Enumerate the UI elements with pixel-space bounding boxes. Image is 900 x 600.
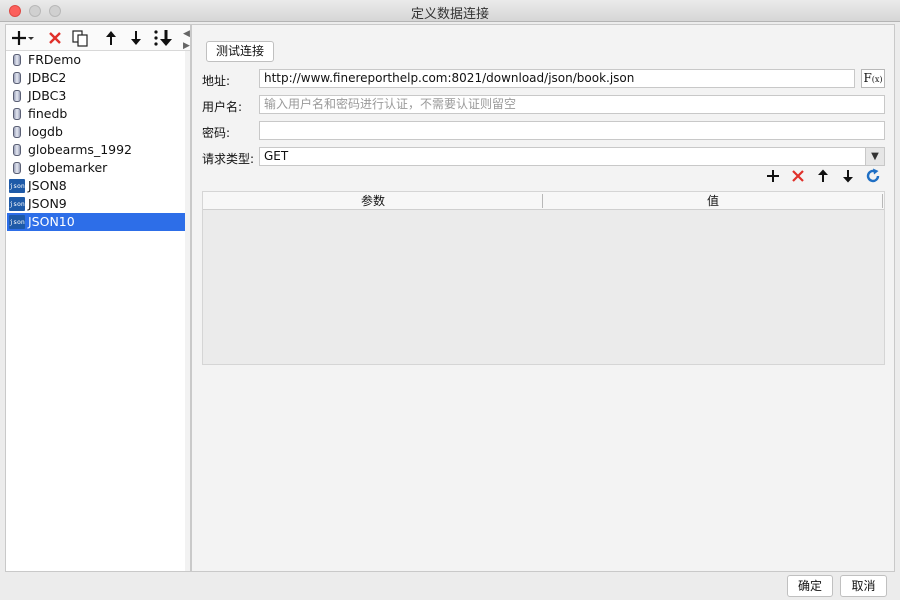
column-divider[interactable] [882, 194, 883, 208]
sort-button[interactable] [151, 28, 175, 48]
connection-config-panel: 测试连接 地址: http://www.finereporthelp.com:8… [191, 24, 895, 572]
list-scrollbar[interactable] [185, 51, 190, 571]
red-x-icon [792, 170, 804, 182]
connection-item-label: finedb [28, 106, 68, 121]
red-x-icon [49, 32, 61, 44]
plus-icon [767, 170, 779, 182]
formula-icon-sub: (x) [871, 75, 883, 84]
method-label: 请求类型: [202, 152, 255, 166]
sort-icon [154, 30, 172, 46]
username-label: 用户名: [202, 100, 243, 114]
database-icon [13, 126, 21, 138]
arrow-up-icon [106, 31, 116, 45]
arrow-up-icon [818, 169, 828, 182]
add-param-button[interactable] [762, 168, 784, 188]
connection-item-label: FRDemo [28, 52, 82, 67]
database-icon [13, 144, 21, 156]
arrow-down-icon [131, 31, 141, 45]
connection-item[interactable]: globemarker [7, 159, 185, 177]
database-icon [13, 54, 21, 66]
column-header-param[interactable]: 参数 [203, 192, 543, 210]
connection-item[interactable]: json JSON8 [7, 177, 185, 195]
connection-item-label: JSON8 [28, 178, 67, 193]
ok-button[interactable]: 确定 [787, 575, 833, 597]
connection-item[interactable]: JDBC2 [7, 69, 185, 87]
json-icon: json [9, 197, 25, 211]
connection-item-label: globemarker [28, 160, 108, 175]
test-connection-button[interactable]: 测试连接 [206, 41, 274, 62]
connection-item[interactable]: FRDemo [7, 51, 185, 69]
collapse-left-icon[interactable]: ◀ [183, 29, 191, 39]
connection-item[interactable]: logdb [7, 123, 185, 141]
database-icon [13, 108, 21, 120]
params-table-header: 参数 值 [203, 192, 884, 210]
connection-item-label: JSON10 [28, 214, 75, 229]
connection-item[interactable]: finedb [7, 105, 185, 123]
url-field[interactable]: http://www.finereporthelp.com:8021/downl… [259, 69, 855, 88]
cancel-button[interactable]: 取消 [840, 575, 887, 597]
params-table: 参数 值 [202, 191, 885, 365]
formula-icon: F [863, 71, 872, 85]
database-icon [13, 72, 21, 84]
database-icon [13, 90, 21, 102]
chevron-down-icon[interactable]: ▼ [865, 147, 885, 166]
connection-toolbar: ◀ ▶ [6, 25, 190, 51]
arrow-down-icon [843, 170, 853, 183]
column-header-value[interactable]: 值 [543, 192, 883, 210]
connection-item[interactable]: JDBC3 [7, 87, 185, 105]
formula-button[interactable]: F(x) [861, 69, 885, 88]
param-move-down-button[interactable] [837, 168, 859, 188]
copy-connection-button[interactable] [70, 28, 90, 48]
title-bar: 定义数据连接 [0, 0, 900, 22]
connection-list: FRDemo JDBC2 JDBC3 finedb logdb globearms_199… [7, 51, 185, 231]
connection-list-panel: ◀ ▶ FRDemo JDBC2 JDBC3 finedb logdb globearms… [5, 24, 191, 572]
delete-param-button[interactable] [787, 168, 809, 188]
move-down-button[interactable] [126, 28, 146, 48]
connection-item-label: JSON9 [28, 196, 67, 211]
connection-item-label: globearms_1992 [28, 142, 133, 157]
method-select[interactable]: GET [259, 147, 867, 166]
json-icon: json [9, 179, 25, 193]
connection-item[interactable]: json JSON10 [7, 213, 185, 231]
connection-item-label: JDBC2 [28, 70, 67, 85]
delete-connection-button[interactable] [45, 28, 65, 48]
expand-right-icon[interactable]: ▶ [183, 41, 191, 51]
window-title: 定义数据连接 [410, 7, 489, 22]
connection-item[interactable]: json JSON9 [7, 195, 185, 213]
move-up-button[interactable] [101, 28, 121, 48]
database-icon [13, 162, 21, 174]
password-field[interactable] [259, 121, 885, 140]
password-label: 密码: [202, 126, 231, 140]
copy-icon [72, 30, 88, 47]
connection-item-label: JDBC3 [28, 88, 67, 103]
refresh-params-button[interactable] [862, 168, 884, 188]
add-connection-button[interactable] [10, 28, 36, 48]
url-label: 地址: [202, 74, 231, 88]
json-icon: json [9, 215, 25, 229]
param-move-up-button[interactable] [812, 168, 834, 188]
username-field[interactable]: 输入用户名和密码进行认证，不需要认证则留空 [259, 95, 885, 114]
connection-item[interactable]: globearms_1992 [7, 141, 185, 159]
refresh-icon [866, 168, 880, 183]
plus-dropdown-icon [12, 31, 34, 45]
connection-item-label: logdb [28, 124, 63, 139]
